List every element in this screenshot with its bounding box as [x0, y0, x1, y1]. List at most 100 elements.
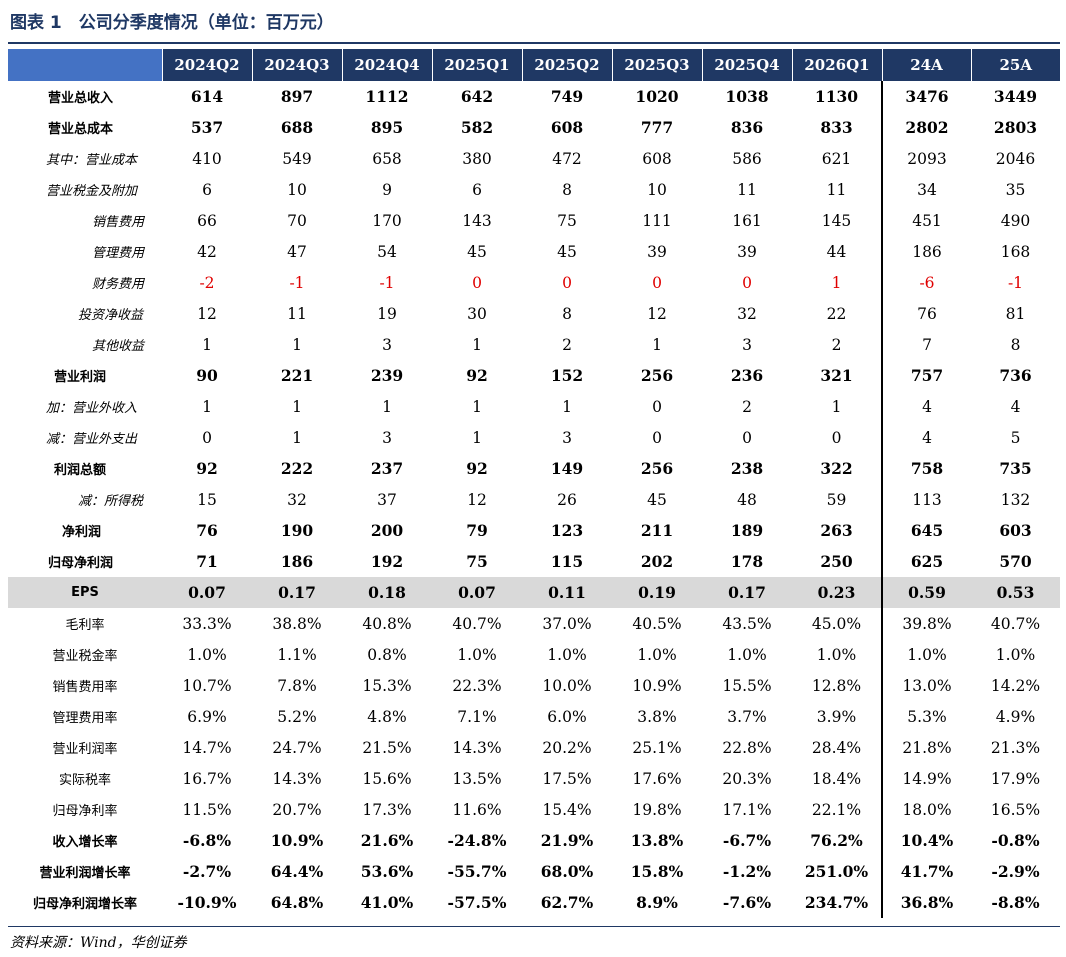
table-cell: 1 — [472, 335, 482, 354]
table-cell: 10.4% — [881, 825, 971, 856]
table-cell: 76.2% — [810, 831, 863, 850]
table-row: 营业税金率 1.0% 1.1% 0.8% 1.0% 1.0% 1.0% 1.0% 1.0% 1.0… — [8, 639, 1060, 670]
table-cell: 40.5% — [632, 614, 682, 633]
row-label: 其中：营业成本 — [46, 153, 138, 168]
table-cell: 11 — [826, 180, 847, 199]
table-cell: 586 — [732, 149, 762, 168]
table-cell: 20.3% — [722, 769, 772, 788]
table-cell: 39 — [737, 242, 757, 261]
table-cell: 3449 — [993, 87, 1038, 106]
table-cell: 32 — [737, 304, 757, 323]
table-cell: 735 — [999, 459, 1032, 478]
row-label: 归母净利率 — [52, 804, 118, 819]
table-cell: 658 — [372, 149, 402, 168]
table-cell: 5 — [1010, 428, 1021, 447]
table-cell: 380 — [462, 149, 492, 168]
table-cell: 0.53 — [971, 577, 1060, 608]
table-cell: 45.0% — [811, 614, 862, 633]
table-cell: 145 — [821, 211, 852, 230]
table-cell: 17.3% — [362, 800, 412, 819]
table-cell: 1 — [382, 397, 392, 416]
row-label: 实际税率 — [58, 773, 111, 788]
row-label: 营业利润率 — [52, 742, 118, 757]
table-cell: 238 — [730, 459, 764, 478]
table-cell: 322 — [820, 459, 853, 478]
table-row: 其他收益 1 1 3 1 2 1 3 2 7 8 — [8, 329, 1060, 360]
table-row: 投资净收益 12 11 19 30 8 12 32 22 76 81 — [8, 298, 1060, 329]
table-cell: 0.17 — [252, 577, 342, 608]
table-cell: 251.0% — [804, 862, 869, 881]
table-cell: 0 — [202, 428, 212, 447]
table-cell: 76 — [196, 521, 218, 540]
table-cell: 3.7% — [727, 707, 767, 726]
row-label: 净利润 — [62, 525, 102, 540]
table-cell: 0 — [652, 397, 662, 416]
row-label: 管理费用率 — [52, 711, 118, 726]
table-cell: 10.9% — [270, 831, 324, 850]
table-cell: 45 — [647, 490, 667, 509]
column-header-25a: 25A — [970, 49, 1060, 81]
table-cell: 2046 — [995, 149, 1036, 168]
table-cell: 192 — [370, 552, 404, 571]
table-cell: 3.8% — [637, 707, 677, 726]
table-cell: 4 — [881, 422, 971, 453]
table-cell: 1.1% — [277, 645, 317, 664]
row-label: 毛利率 — [65, 618, 105, 633]
table-cell: 44 — [826, 242, 847, 261]
table-cell: 0 — [742, 428, 752, 447]
table-cell: 1 — [472, 397, 482, 416]
table-cell: 1.0% — [881, 639, 971, 670]
row-label: 加：营业外收入 — [46, 401, 138, 416]
table-cell: 41.0% — [360, 893, 414, 912]
row-label: 投资净收益 — [78, 308, 144, 323]
row-label: 收入增长率 — [52, 835, 118, 850]
table-cell: 0.59 — [881, 577, 971, 608]
table-cell: -1.2% — [722, 862, 772, 881]
table-cell: 8 — [1010, 335, 1021, 354]
table-cell: 16.7% — [182, 769, 232, 788]
table-cell: 75 — [466, 552, 488, 571]
table-cell: 0 — [652, 273, 662, 292]
table-cell: 21.9% — [540, 831, 594, 850]
table-cell: 17.5% — [542, 769, 592, 788]
table-cell: 11 — [737, 180, 757, 199]
table-cell: 3 — [382, 428, 392, 447]
quarterly-financials-table: 2024Q2 2024Q3 2024Q4 2025Q1 2025Q2 2025Q3 2025… — [8, 49, 1060, 918]
table-cell: 8 — [562, 304, 572, 323]
table-cell: 10.9% — [632, 676, 682, 695]
table-cell: 1 — [292, 397, 302, 416]
table-cell: 4 — [881, 391, 971, 422]
column-header-2024q2: 2024Q2 — [161, 49, 252, 81]
table-cell: 1 — [292, 335, 302, 354]
table-cell: -8.8% — [991, 893, 1040, 912]
source-note: 资料来源：Wind，华创证券 — [10, 935, 187, 951]
table-cell: 18.0% — [881, 794, 971, 825]
table-cell: -55.7% — [447, 862, 507, 881]
table-cell: 19.8% — [632, 800, 682, 819]
table-cell: 1 — [831, 273, 842, 292]
table-cell: 123 — [550, 521, 584, 540]
table-cell: 186 — [881, 236, 971, 267]
table-cell: 14.2% — [990, 676, 1041, 695]
table-cell: 17.9% — [990, 769, 1041, 788]
row-label: EPS — [8, 577, 162, 608]
column-header-2025q2: 2025Q2 — [521, 49, 612, 81]
table-cell: 1038 — [725, 87, 769, 106]
row-label: 销售费用 — [92, 215, 145, 230]
table-cell: 7.8% — [277, 676, 317, 695]
table-cell: 1130 — [814, 87, 859, 106]
table-cell: 18.4% — [811, 769, 862, 788]
table-cell: 14.9% — [881, 763, 971, 794]
table-cell: 0.07 — [432, 577, 522, 608]
table-body: 营业总收入 614 897 1112 642 749 1020 1038 1130 3476 344… — [8, 81, 1060, 918]
table-cell: 1 — [292, 428, 302, 447]
table-cell: 186 — [280, 552, 314, 571]
table-cell: 256 — [640, 366, 674, 385]
table-cell: 777 — [640, 118, 674, 137]
table-cell: 8.9% — [636, 893, 678, 912]
table-cell: 14.3% — [272, 769, 322, 788]
table-cell: 75 — [557, 211, 577, 230]
table-cell: 152 — [550, 366, 584, 385]
table-cell: 0 — [562, 273, 572, 292]
table-cell: 263 — [820, 521, 853, 540]
